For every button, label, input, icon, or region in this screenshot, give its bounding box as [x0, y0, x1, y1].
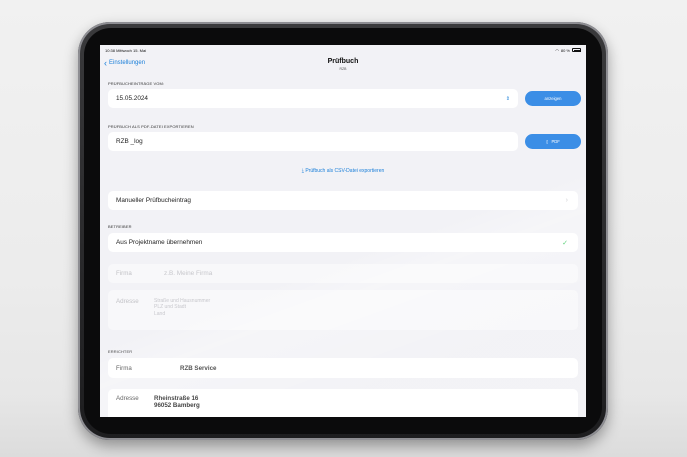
address-line: Land — [154, 310, 166, 317]
pdf-button[interactable]: ▯ PDF — [525, 134, 581, 149]
installer-company-label: Firma — [116, 364, 132, 372]
installer-company-value: RZB Service — [180, 364, 217, 372]
installer-section-label: ERRICHTER — [108, 349, 133, 354]
status-bar: 10:38 Mittwoch 15. Mai ◠ 80 % — [100, 45, 586, 55]
operator-section-label: BETREIBER — [108, 224, 132, 229]
csv-export-link[interactable]: ⤓ Prüfbuch als CSV-Datei exportieren — [100, 168, 586, 174]
pdf-button-label: PDF — [551, 139, 560, 144]
operator-company-label: Firma — [116, 270, 132, 277]
navigation-bar: ‹ Einstellungen Prüfbuch RZB — [100, 55, 586, 77]
chevron-right-icon: › — [565, 197, 568, 204]
date-value: 15.05.2024 — [116, 95, 148, 102]
stepper-icon[interactable]: ⇕ — [506, 96, 510, 102]
app-screen: 10:38 Mittwoch 15. Mai ◠ 80 % ‹ Einstell… — [100, 45, 586, 417]
filename-field[interactable]: RZB _log — [108, 132, 518, 151]
operator-company-placeholder: z.B. Meine Firma — [164, 270, 213, 277]
operator-address-row: Adresse Straße und Hausnummer PLZ und St… — [108, 290, 578, 330]
pdf-section-label: PRÜFBUCH ALS PDF-DATEI EXPORTIEREN — [108, 124, 194, 129]
installer-address-label: Adresse — [116, 395, 139, 402]
from-project-label: Aus Projektname übernehmen — [116, 239, 203, 246]
status-indicators: ◠ 80 % — [555, 48, 581, 53]
installer-address-row[interactable]: Adresse Rheinstraße 16 96052 Bamberg — [108, 389, 578, 417]
operator-address-label: Adresse — [116, 298, 139, 305]
checkmark-icon: ✓ — [562, 239, 568, 247]
operator-address-placeholder: Straße und Hausnummer PLZ und Stadt Land — [154, 298, 210, 317]
wifi-icon: ◠ — [555, 47, 559, 53]
show-button-label: anzeigen — [544, 96, 562, 101]
entries-section-label: PRÜFBUCHEINTRÄGE VOM: — [108, 81, 165, 86]
installer-company-row[interactable]: Firma RZB Service — [108, 358, 578, 378]
page-title: Prüfbuch — [327, 58, 359, 65]
filename-value: RZB _log — [116, 138, 143, 145]
manual-entry-label: Manueller Prüfbucheintrag — [116, 197, 191, 204]
operator-company-row: Firma z.B. Meine Firma — [108, 264, 578, 283]
address-line: Rheinstraße 16 — [154, 395, 199, 402]
download-icon: ⤓ — [301, 168, 304, 174]
manual-entry-row[interactable]: Manueller Prüfbucheintrag › — [108, 191, 578, 210]
csv-export-label: Prüfbuch als CSV-Datei exportieren — [305, 168, 385, 174]
installer-address-value: Rheinstraße 16 96052 Bamberg — [154, 395, 200, 409]
page-subtitle: RZB — [339, 67, 347, 71]
document-icon: ▯ — [546, 139, 549, 144]
battery-icon — [572, 48, 581, 52]
address-line: 96052 Bamberg — [154, 402, 200, 410]
status-time: 10:38 Mittwoch 15. Mai — [105, 47, 147, 53]
from-project-row[interactable]: Aus Projektname übernehmen ✓ — [108, 233, 578, 252]
date-field[interactable]: 15.05.2024 ⇕ — [108, 89, 518, 108]
show-button[interactable]: anzeigen — [525, 91, 581, 106]
battery-percent: 80 % — [560, 47, 570, 53]
